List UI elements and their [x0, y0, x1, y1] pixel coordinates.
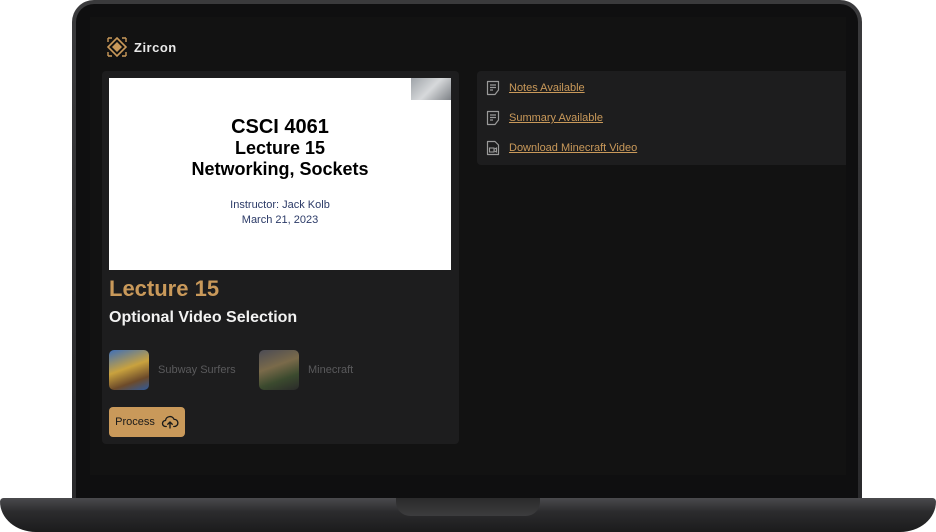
slide-lecture: Lecture 15: [234, 138, 326, 158]
subway-surfers-thumbnail: [109, 350, 149, 390]
slide-date: March 21, 2023: [241, 214, 319, 226]
slide-topic: Networking, Sockets: [191, 159, 369, 179]
summary-link[interactable]: Summary Available: [509, 112, 603, 124]
notes-link-row[interactable]: Notes Available: [486, 80, 585, 96]
summary-link-row[interactable]: Summary Available: [486, 110, 603, 126]
lecture-card: CSCI 4061 Lecture 15 Networking, Sockets…: [102, 71, 459, 444]
process-button[interactable]: Process: [109, 407, 185, 437]
video-option-label: Subway Surfers: [158, 364, 236, 376]
instructor-camera-thumbnail: [411, 78, 451, 100]
lecture-title: Lecture 15: [109, 276, 220, 301]
download-video-link-row[interactable]: Download Minecraft Video: [486, 140, 637, 156]
document-icon: [486, 80, 500, 96]
minecraft-thumbnail: [259, 350, 299, 390]
slide-title: CSCI 4061 Lecture 15 Networking, Sockets: [109, 116, 451, 180]
video-file-icon: [486, 140, 500, 156]
process-button-label: Process: [115, 416, 155, 428]
slide-course: CSCI 4061: [231, 116, 329, 138]
video-selection-heading: Optional Video Selection: [109, 309, 298, 326]
notes-link[interactable]: Notes Available: [509, 82, 585, 94]
cloud-upload-icon: [161, 415, 179, 429]
document-icon: [486, 110, 500, 126]
video-option-subway-surfers[interactable]: Subway Surfers: [109, 350, 236, 390]
brand-name: Zircon: [134, 39, 177, 55]
app-screen: Zircon CSCI 4061 Lecture 15 Networking, …: [90, 17, 846, 475]
zircon-logo-icon: [107, 37, 127, 57]
resources-card: Notes Available Summary Available Downlo…: [477, 71, 846, 165]
download-video-link[interactable]: Download Minecraft Video: [509, 142, 637, 154]
slide-instructor: Instructor: Jack Kolb: [230, 199, 330, 211]
video-option-minecraft[interactable]: Minecraft: [259, 350, 353, 390]
slide-meta: Instructor: Jack Kolb March 21, 2023: [109, 198, 451, 228]
brand[interactable]: Zircon: [107, 37, 177, 57]
video-option-label: Minecraft: [308, 364, 354, 376]
lecture-slide-preview[interactable]: CSCI 4061 Lecture 15 Networking, Sockets…: [109, 78, 451, 270]
laptop-notch: [396, 498, 540, 516]
